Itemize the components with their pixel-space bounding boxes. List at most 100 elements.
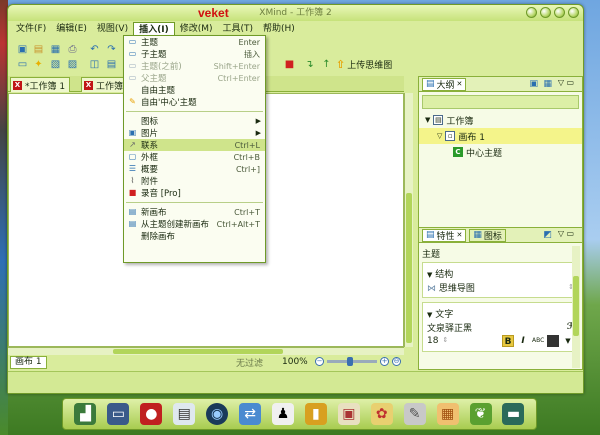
picture-icon[interactable]: ▦ [436,403,459,425]
tab-workbook-1[interactable]: X *工作簿 1 [10,77,71,92]
topic-icon: ▭ [128,37,137,46]
menu-item-subtopic[interactable]: ▭ 子主题 插入 [124,48,265,60]
relationship-icon: ↗ [129,140,136,149]
menu-item-relationship[interactable]: ↗ 联系 Ctrl+L [124,139,265,151]
menu-item-image[interactable]: ▣ 图片 ▶ [124,127,265,139]
color-button[interactable] [547,335,559,347]
bulb-icon[interactable]: ✦ [32,59,45,70]
tree-node-workbook[interactable]: ▼ ▤ 工作簿 [419,112,582,128]
bold-button[interactable]: B [502,335,514,347]
menu-item-icons[interactable]: 图标 ▶ [124,115,265,127]
open-icon[interactable]: ▤ [32,44,45,55]
layout-toggle-icon[interactable]: ▦ [543,79,552,89]
menu-file[interactable]: 文件(F) [11,22,51,37]
menu-item-topic[interactable]: ▭ 主题 Enter [124,36,265,48]
menu-item-topic-before[interactable]: ▭ 主题(之前) Shift+Enter [124,60,265,72]
drill-up-icon[interactable]: ↑ [320,59,333,70]
upload-button[interactable]: ⇧ 上传思维图 [336,58,392,71]
italic-button[interactable]: I [517,335,529,347]
tree-node-sheet-1[interactable]: ▽ ▫ 画布 1 [419,128,582,144]
network-icon[interactable]: ⇄ [239,403,262,425]
minimize-button[interactable] [526,7,537,18]
roll-button[interactable] [554,7,565,18]
zoom-in-icon[interactable]: + [380,357,389,366]
zoom-slider[interactable] [327,357,377,366]
ladybug-icon[interactable]: ● [140,403,163,425]
terminal-icon[interactable]: ▬ [502,403,525,425]
photo-icon[interactable]: ▣ [337,403,360,425]
pen-icon[interactable]: ✎ [403,403,426,425]
redo-icon[interactable]: ↷ [105,44,118,55]
menu-item-label: 图标 [141,117,159,127]
menu-item-sheet-from-topic[interactable]: ▤ 从主题创建新画布 Ctrl+Alt+T [124,218,265,230]
structure-section: ▼ 结构 ⋈ 思维导图 ⇕ [422,262,579,298]
pin-icon[interactable]: ◩ [543,230,552,240]
door-icon[interactable]: ▮ [304,403,327,425]
collapse-icon[interactable]: ▼ [425,116,430,124]
menu-edit[interactable]: 编辑(E) [51,22,92,37]
close-button[interactable] [568,7,579,18]
files-icon[interactable]: ▤ [173,403,196,425]
tree-node-central-topic[interactable]: C 中心主题 [419,144,582,160]
section-collapse-icon[interactable]: ▼ [427,311,432,319]
leaf-icon[interactable]: ❦ [469,403,492,425]
structure-icon[interactable]: ▨ [66,59,79,70]
zoom-out-icon[interactable]: − [315,357,324,366]
font-size[interactable]: 18 [427,336,438,346]
menu-bar: 文件(F) 编辑(E) 视图(V) 插入(I) 修改(M) 工具(T) 帮助(H… [8,21,583,38]
outline-panel: ▤ 大纲 ✕ ▣ ▦ ▽ ▭ ▼ ▤ 工作簿 ▽ ▫ 画布 1 C 中心主题 [418,76,583,228]
save-icon[interactable]: ▦ [49,44,62,55]
menu-item-free-topic[interactable]: 自由主题 [124,84,265,96]
menu-item-delete-sheet[interactable]: 删除画布 [124,230,265,242]
maximize-button[interactable] [540,7,551,18]
undo-icon[interactable]: ↶ [88,44,101,55]
minimize-view-icon[interactable]: ▭ [566,78,574,87]
canvas-horizontal-scrollbar[interactable] [8,347,404,355]
strikethrough-button[interactable]: ABC [532,335,544,347]
subtopic-icon: ▭ [128,49,137,58]
canvas-vertical-scrollbar[interactable] [404,93,413,347]
close-icon[interactable]: ✕ [457,80,463,88]
penguin-icon[interactable]: ♟ [271,403,294,425]
layout-icon[interactable]: ▧ [49,59,62,70]
properties-scrollbar[interactable] [572,246,580,368]
chart-app-icon[interactable]: ▟ [74,403,97,425]
tab-outline[interactable]: ▤ 大纲 ✕ [422,77,467,91]
mindmap-structure-icon: ⋈ [427,283,436,294]
outline-filter-field[interactable] [422,95,579,109]
spinner-icon[interactable]: ⇕ [442,336,448,346]
fit-icon[interactable]: ▤ [105,59,118,70]
view-icon[interactable]: ▣ [529,79,538,89]
tree-label: 画布 1 [458,132,485,143]
print-icon[interactable]: ⎙ [66,44,79,55]
tab-icons[interactable]: ▦ 图标 [469,228,506,242]
monitor-icon[interactable]: ▭ [107,403,130,425]
menu-item-parent-topic[interactable]: ▭ 父主题 Ctrl+Enter [124,72,265,84]
speaker-icon[interactable]: ◉ [206,403,229,425]
view-menu-icon[interactable]: ▽ [558,229,564,238]
font-select[interactable]: 文泉驿正黑 ℱ [427,320,574,334]
structure-select[interactable]: ⋈ 思维导图 ⇕ [427,280,574,294]
menu-item-boundary[interactable]: ▢ 外框 Ctrl+B [124,151,265,163]
tab-properties[interactable]: ▤ 特性 ✕ [422,228,467,242]
topic-tool-icon[interactable]: ▭ [16,59,29,70]
properties-panel: ▤ 特性 ✕ ▦ 图标 ◩ ▽ ▭ 主题 ▼ 结构 ⋈ 思维导图 ⇕ [418,227,583,370]
collapse-icon[interactable]: ▽ [437,132,442,140]
menu-item-free-central-topic[interactable]: ✎ 自由'中心'主题 [124,96,265,108]
sheet-tab[interactable]: 画布 1 [10,355,47,369]
stop-icon[interactable]: ■ [283,59,296,70]
minimize-view-icon[interactable]: ▭ [566,229,574,238]
zoom-icon[interactable]: ◫ [88,59,101,70]
section-collapse-icon[interactable]: ▼ [427,271,432,279]
zoom-fit-icon[interactable]: ⊖ [392,357,401,366]
menu-item-new-sheet[interactable]: ▤ 新画布 Ctrl+T [124,206,265,218]
drill-down-icon[interactable]: ↴ [303,59,316,70]
menu-item-attachment[interactable]: ⌇ 附件 [124,175,265,187]
menu-item-summary[interactable]: ☰ 概要 Ctrl+] [124,163,265,175]
menu-separator [126,202,263,203]
menu-item-record[interactable]: ■ 录音 [Pro] [124,187,265,199]
close-icon[interactable]: ✕ [457,231,463,239]
view-menu-icon[interactable]: ▽ [558,78,564,87]
paint-icon[interactable]: ✿ [370,403,393,425]
new-icon[interactable]: ▣ [16,44,29,55]
